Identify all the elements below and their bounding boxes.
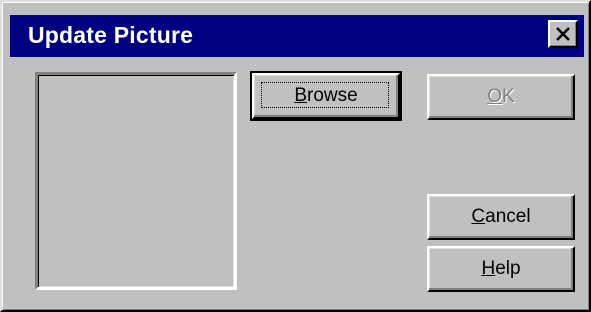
close-x-icon [555,27,571,41]
browse-button[interactable]: Browse [250,71,402,121]
window-title: Update Picture [28,22,194,48]
help-button[interactable]: Help [427,246,575,292]
picture-preview-box [35,72,237,290]
ok-button-label: OK [487,86,515,107]
close-button[interactable] [548,20,578,48]
browse-button-label: Browse [294,85,358,106]
ok-button[interactable]: OK [427,74,575,120]
update-picture-dialog: Update Picture Browse OK Cancel Help [0,0,591,312]
cancel-button[interactable]: Cancel [427,194,575,240]
help-button-label: Help [481,258,521,279]
cancel-button-label: Cancel [471,206,531,227]
title-bar[interactable]: Update Picture [10,15,584,57]
